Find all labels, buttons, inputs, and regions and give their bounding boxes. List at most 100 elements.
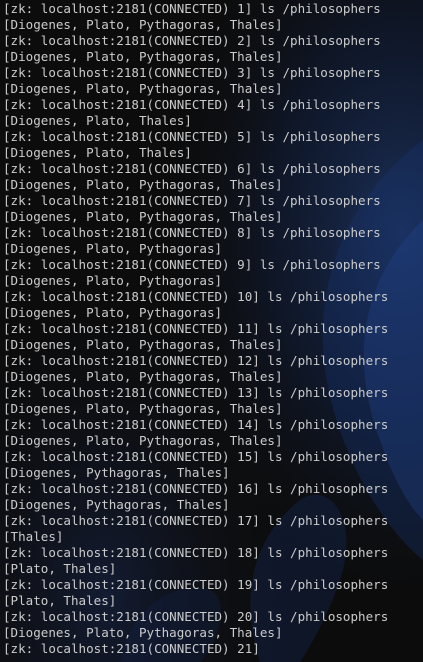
command-output: [Diogenes, Plato, Pythagoras, Thales] bbox=[3, 625, 283, 640]
prompt-prefix: [zk: localhost:2181(CONNECTED) bbox=[3, 161, 238, 176]
command-text: ls /philosophers bbox=[267, 513, 389, 528]
prompt-prefix: [zk: localhost:2181(CONNECTED) bbox=[3, 513, 238, 528]
command-text: ls /philosophers bbox=[259, 97, 381, 112]
prompt-suffix: ] bbox=[252, 609, 268, 624]
command-text: ls /philosophers bbox=[267, 545, 389, 560]
prompt-prefix: [zk: localhost:2181(CONNECTED) bbox=[3, 417, 238, 432]
prompt-line: [zk: localhost:2181(CONNECTED) 9] ls /ph… bbox=[3, 257, 423, 273]
prompt-number: 2 bbox=[237, 33, 245, 48]
terminal-output[interactable]: [zk: localhost:2181(CONNECTED) 1] ls /ph… bbox=[0, 0, 423, 662]
prompt-suffix: ] bbox=[244, 161, 260, 176]
command-output: [Diogenes, Plato, Pythagoras, Thales] bbox=[3, 401, 283, 416]
command-text: ls /philosophers bbox=[259, 257, 381, 272]
prompt-line: [zk: localhost:2181(CONNECTED) 8] ls /ph… bbox=[3, 225, 423, 241]
command-text: ls /philosophers bbox=[267, 289, 389, 304]
prompt-prefix: [zk: localhost:2181(CONNECTED) bbox=[3, 385, 238, 400]
command-output: [Diogenes, Plato, Pythagoras] bbox=[3, 273, 223, 288]
prompt-prefix: [zk: localhost:2181(CONNECTED) bbox=[3, 481, 238, 496]
prompt-number: 18 bbox=[237, 545, 253, 560]
prompt-number: 12 bbox=[237, 353, 253, 368]
command-text: ls /philosophers bbox=[267, 449, 389, 464]
command-text: ls /philosophers bbox=[267, 321, 389, 336]
prompt-line: [zk: localhost:2181(CONNECTED) 4] ls /ph… bbox=[3, 97, 423, 113]
prompt-line: [zk: localhost:2181(CONNECTED) 11] ls /p… bbox=[3, 321, 423, 337]
prompt-line: [zk: localhost:2181(CONNECTED) 6] ls /ph… bbox=[3, 161, 423, 177]
prompt-line: [zk: localhost:2181(CONNECTED) 12] ls /p… bbox=[3, 353, 423, 369]
prompt-number: 16 bbox=[237, 481, 253, 496]
prompt-prefix: [zk: localhost:2181(CONNECTED) bbox=[3, 257, 238, 272]
command-output: [Plato, Thales] bbox=[3, 593, 117, 608]
prompt-prefix: [zk: localhost:2181(CONNECTED) bbox=[3, 641, 238, 656]
command-output: [Plato, Thales] bbox=[3, 561, 117, 576]
prompt-line: [zk: localhost:2181(CONNECTED) 14] ls /p… bbox=[3, 417, 423, 433]
prompt-prefix: [zk: localhost:2181(CONNECTED) bbox=[3, 193, 238, 208]
prompt-line: [zk: localhost:2181(CONNECTED) 10] ls /p… bbox=[3, 289, 423, 305]
prompt-line: [zk: localhost:2181(CONNECTED) 18] ls /p… bbox=[3, 545, 423, 561]
command-text: ls /philosophers bbox=[259, 161, 381, 176]
prompt-number: 7 bbox=[237, 193, 245, 208]
prompt-number: 3 bbox=[237, 65, 245, 80]
command-output: [Diogenes, Plato, Pythagoras] bbox=[3, 305, 223, 320]
prompt-suffix: ] bbox=[252, 481, 268, 496]
prompt-suffix: ] bbox=[244, 257, 260, 272]
prompt-number: 15 bbox=[237, 449, 253, 464]
prompt-suffix: ] bbox=[252, 321, 268, 336]
prompt-line: [zk: localhost:2181(CONNECTED) 17] ls /p… bbox=[3, 513, 423, 529]
prompt-suffix: ] bbox=[252, 449, 268, 464]
command-text: ls /philosophers bbox=[267, 385, 389, 400]
prompt-suffix: ] bbox=[244, 65, 260, 80]
command-output: [Diogenes, Plato, Pythagoras, Thales] bbox=[3, 369, 283, 384]
command-output: [Diogenes, Pythagoras, Thales] bbox=[3, 497, 230, 512]
prompt-line: [zk: localhost:2181(CONNECTED) 1] ls /ph… bbox=[3, 1, 423, 17]
prompt-number: 13 bbox=[237, 385, 253, 400]
command-output: [Diogenes, Plato, Pythagoras, Thales] bbox=[3, 177, 283, 192]
prompt-suffix: ] bbox=[252, 385, 268, 400]
prompt-suffix: ] bbox=[252, 545, 268, 560]
prompt-suffix: ] bbox=[244, 193, 260, 208]
command-output: [Thales] bbox=[3, 529, 64, 544]
prompt-number: 19 bbox=[237, 577, 253, 592]
prompt-number: 20 bbox=[237, 609, 253, 624]
prompt-prefix: [zk: localhost:2181(CONNECTED) bbox=[3, 321, 238, 336]
prompt-prefix: [zk: localhost:2181(CONNECTED) bbox=[3, 545, 238, 560]
command-text: ls /philosophers bbox=[267, 577, 389, 592]
command-text: ls /philosophers bbox=[259, 65, 381, 80]
prompt-suffix: ] bbox=[244, 1, 260, 16]
prompt-line: [zk: localhost:2181(CONNECTED) 20] ls /p… bbox=[3, 609, 423, 625]
command-text: ls /philosophers bbox=[259, 129, 381, 144]
prompt-suffix: ] bbox=[252, 353, 268, 368]
command-text: ls /philosophers bbox=[267, 609, 389, 624]
command-output: [Diogenes, Plato, Pythagoras, Thales] bbox=[3, 337, 283, 352]
prompt-prefix: [zk: localhost:2181(CONNECTED) bbox=[3, 289, 238, 304]
prompt-number: 8 bbox=[237, 225, 245, 240]
current-prompt-line[interactable]: [zk: localhost:2181(CONNECTED) 21] bbox=[3, 641, 423, 657]
prompt-suffix: ] bbox=[244, 225, 260, 240]
command-text: ls /philosophers bbox=[259, 33, 381, 48]
prompt-suffix: ] bbox=[244, 33, 260, 48]
prompt-number: 9 bbox=[237, 257, 245, 272]
prompt-line: [zk: localhost:2181(CONNECTED) 5] ls /ph… bbox=[3, 129, 423, 145]
prompt-number: 11 bbox=[237, 321, 253, 336]
command-output: [Diogenes, Plato, Pythagoras, Thales] bbox=[3, 81, 283, 96]
prompt-prefix: [zk: localhost:2181(CONNECTED) bbox=[3, 1, 238, 16]
prompt-prefix: [zk: localhost:2181(CONNECTED) bbox=[3, 609, 238, 624]
prompt-prefix: [zk: localhost:2181(CONNECTED) bbox=[3, 449, 238, 464]
prompt-suffix: ] bbox=[252, 513, 268, 528]
prompt-prefix: [zk: localhost:2181(CONNECTED) bbox=[3, 225, 238, 240]
command-text: ls /philosophers bbox=[259, 1, 381, 16]
command-text: ls /philosophers bbox=[267, 417, 389, 432]
prompt-prefix: [zk: localhost:2181(CONNECTED) bbox=[3, 65, 238, 80]
command-output: [Diogenes, Plato, Pythagoras, Thales] bbox=[3, 17, 283, 32]
prompt-suffix: ] bbox=[252, 641, 260, 656]
prompt-suffix: ] bbox=[244, 97, 260, 112]
command-text: ls /philosophers bbox=[259, 225, 381, 240]
prompt-prefix: [zk: localhost:2181(CONNECTED) bbox=[3, 353, 238, 368]
command-output: [Diogenes, Plato, Pythagoras, Thales] bbox=[3, 49, 283, 64]
command-text: ls /philosophers bbox=[267, 481, 389, 496]
prompt-number: 17 bbox=[237, 513, 253, 528]
prompt-number: 14 bbox=[237, 417, 253, 432]
command-text: ls /philosophers bbox=[259, 193, 381, 208]
prompt-suffix: ] bbox=[252, 289, 268, 304]
command-output: [Diogenes, Plato, Pythagoras, Thales] bbox=[3, 209, 283, 224]
command-output: [Diogenes, Plato, Thales] bbox=[3, 145, 192, 160]
